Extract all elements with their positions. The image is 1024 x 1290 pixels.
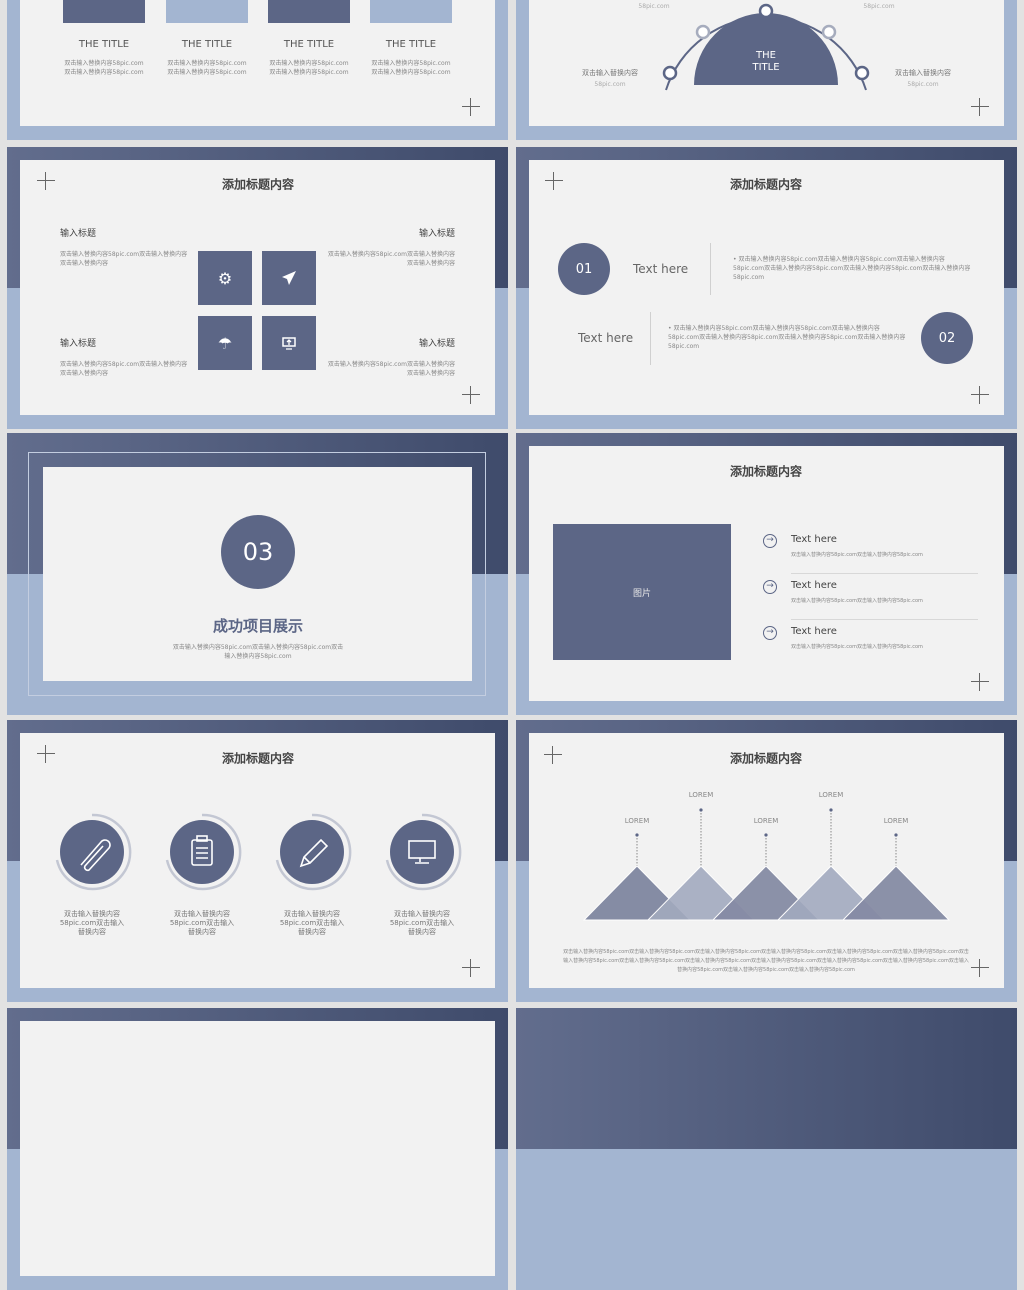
label-text: 双击输入替换内容: [895, 69, 951, 77]
icon-caption: 双击输入替换内容58pic.com双击输入替换内容: [279, 910, 345, 936]
slide-thumbnail-5[interactable]: 03 成功项目展示 双击输入替换内容58pic.com双击输入替换内容58pic…: [7, 433, 508, 715]
item-title: THE TITLE: [181, 39, 233, 50]
label-text: 58pic.com: [638, 3, 670, 10]
peak-label: LOREM: [753, 817, 779, 825]
image-placeholder: 图片: [553, 524, 731, 660]
cross-mark-icon: [462, 98, 480, 116]
triangle: [841, 865, 951, 921]
block-heading: 输入标题: [60, 229, 97, 239]
label-text: 58pic.com: [594, 81, 626, 88]
peak-label: LOREM: [688, 791, 714, 799]
slide-thumbnail-1[interactable]: THE TITLE THE TITLE THE TITLE THE TITLE …: [7, 0, 508, 140]
gear-icon: ⚙: [198, 251, 252, 305]
peak-label: LOREM: [883, 817, 909, 825]
divider: [791, 619, 978, 620]
item-title: THE TITLE: [385, 39, 437, 50]
title-block: [166, 0, 248, 23]
slide-title: 添加标题内容: [729, 464, 803, 479]
row-label: Text here: [633, 262, 689, 276]
arrow-right-circle-icon: →: [763, 534, 777, 548]
cross-mark-icon: [545, 172, 563, 190]
item-title: Text here: [791, 534, 837, 545]
block-heading: 输入标题: [60, 339, 97, 349]
slide-thumbnail-8[interactable]: 添加标题内容 LOREM LOREM LOREM LOREM LOREM 双击输…: [516, 720, 1017, 1002]
divider: [650, 312, 651, 365]
umbrella-icon: ☂: [198, 316, 252, 370]
semicircle-shape: [694, 13, 838, 85]
divider: [791, 573, 978, 574]
item-text: 双击输入替换内容58pic.com双击输入替换内容58pic.com: [791, 598, 923, 604]
arc-node: [854, 65, 870, 81]
icon-rings: [55, 813, 462, 891]
paper-plane-icon: [262, 251, 316, 305]
block-text: 双击输入替换内容58pic.com双击输入替换内容双击输入替换内容: [60, 251, 188, 267]
item-title: Text here: [791, 580, 837, 591]
block-heading: 输入标题: [418, 229, 455, 239]
label-text: 双击输入替换内容: [582, 69, 638, 77]
arc-node: [695, 24, 711, 40]
cross-mark-icon: [971, 98, 989, 116]
center-title: THE TITLE: [752, 50, 780, 73]
slide-thumbnail-9[interactable]: [7, 1008, 508, 1290]
arrow-right-circle-icon: →: [763, 626, 777, 640]
title-block: [370, 0, 452, 23]
item-title: THE TITLE: [283, 39, 335, 50]
item-text: 双击输入替换内容58pic.com双击输入替换内容58pic.com: [269, 60, 349, 76]
title-block: [268, 0, 350, 23]
cross-mark-icon: [971, 386, 989, 404]
number-badge: 01: [558, 243, 610, 295]
number-badge: 02: [921, 312, 973, 364]
peak-label: LOREM: [624, 817, 650, 825]
slide-title: 添加标题内容: [729, 177, 803, 192]
arc-node: [662, 65, 678, 81]
slide-thumbnail-3[interactable]: 添加标题内容 输入标题 双击输入替换内容58pic.com双击输入替换内容双击输…: [7, 147, 508, 429]
item-text: 双击输入替换内容58pic.com双击输入替换内容58pic.com: [791, 644, 923, 650]
section-text: 双击输入替换内容58pic.com双击输入替换内容58pic.com双击输入替换…: [172, 644, 344, 660]
bullet-text: • 双击输入替换内容58pic.com双击输入替换内容58pic.com双击输入…: [733, 256, 971, 281]
item-text: 双击输入替换内容58pic.com双击输入替换内容58pic.com: [64, 60, 144, 76]
peak-label: LOREM: [818, 791, 844, 799]
section-number: 03: [221, 515, 295, 589]
icon-caption: 双击输入替换内容58pic.com双击输入替换内容: [389, 910, 455, 936]
arc-node: [758, 3, 774, 19]
icon-caption: 双击输入替换内容58pic.com双击输入替换内容: [59, 910, 125, 936]
block-text: 双击输入替换内容58pic.com双击输入替换内容双击输入替换内容: [60, 361, 188, 377]
slide-thumbnail-4[interactable]: 添加标题内容 01 Text here • 双击输入替换内容58pic.com双…: [516, 147, 1017, 429]
label-text: 58pic.com: [907, 81, 939, 88]
section-title: 成功项目展示: [212, 617, 304, 635]
slide-thumbnail-10[interactable]: [516, 1008, 1017, 1290]
block-text: 双击输入替换内容58pic.com双击输入替换内容双击输入替换内容: [327, 361, 455, 377]
item-text: 双击输入替换内容58pic.com双击输入替换内容58pic.com: [371, 60, 451, 76]
item-text: 双击输入替换内容58pic.com双击输入替换内容58pic.com: [167, 60, 247, 76]
title-block: [63, 0, 145, 23]
cross-mark-icon: [37, 172, 55, 190]
arrow-right-circle-icon: →: [763, 580, 777, 594]
icon-caption: 双击输入替换内容58pic.com双击输入替换内容: [169, 910, 235, 936]
slide-title: 添加标题内容: [221, 177, 295, 192]
block-heading: 输入标题: [418, 339, 455, 349]
slide-panel: [20, 1021, 495, 1276]
slide-thumbnail-7[interactable]: 添加标题内容 双击输入替换内容58pic.com双击输入替换内容 双击输入替换内…: [7, 720, 508, 1002]
row-label: Text here: [578, 331, 634, 345]
footer-text: 双击输入替换内容58pic.com双击输入替换内容58pic.com双击输入替换…: [563, 949, 969, 973]
cross-mark-icon: [971, 673, 989, 691]
cross-mark-icon: [462, 386, 480, 404]
divider: [710, 243, 711, 295]
item-text: 双击输入替换内容58pic.com双击输入替换内容58pic.com: [791, 552, 923, 558]
item-title: THE TITLE: [78, 39, 130, 50]
item-title: Text here: [791, 626, 837, 637]
slide-thumbnail-6[interactable]: 添加标题内容 图片 → Text here 双击输入替换内容58pic.com双…: [516, 433, 1017, 715]
arc-node: [821, 24, 837, 40]
label-text: 58pic.com: [863, 3, 895, 10]
monitor-upload-icon: [262, 316, 316, 370]
block-text: 双击输入替换内容58pic.com双击输入替换内容双击输入替换内容: [327, 251, 455, 267]
slide-thumbnail-2[interactable]: THE TITLE 58pic.com 58pic.com 双击输入替换内容 58…: [516, 0, 1017, 140]
bullet-text: • 双击输入替换内容58pic.com双击输入替换内容58pic.com双击输入…: [668, 325, 906, 350]
